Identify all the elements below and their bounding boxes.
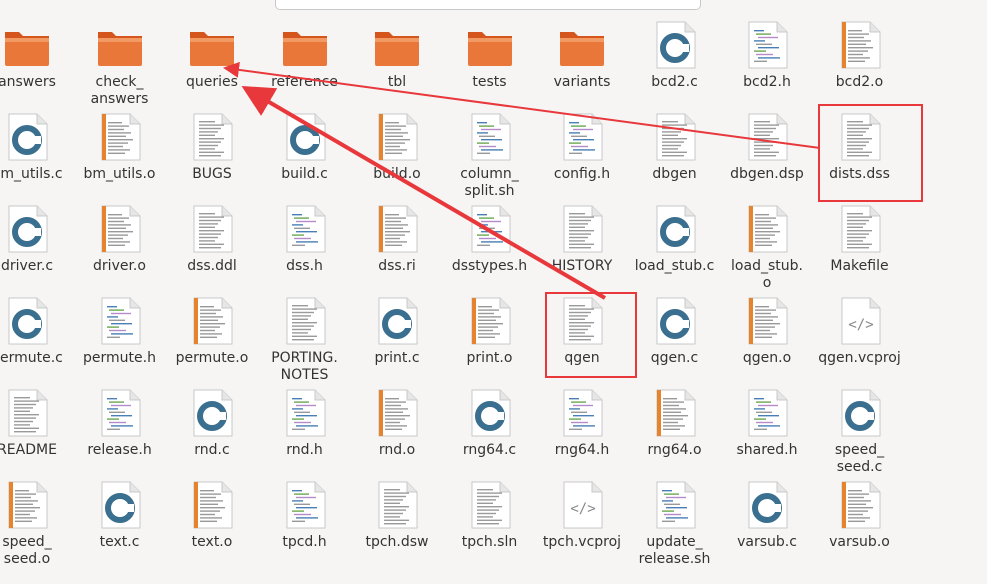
annotation-layer — [223, 61, 821, 300]
annotation-arrow-qgen-to-queries — [241, 85, 607, 300]
highlight-box-dists — [818, 104, 923, 202]
annotation-arrow-dists-to-queries — [223, 61, 821, 149]
highlight-box-qgen — [545, 292, 637, 378]
